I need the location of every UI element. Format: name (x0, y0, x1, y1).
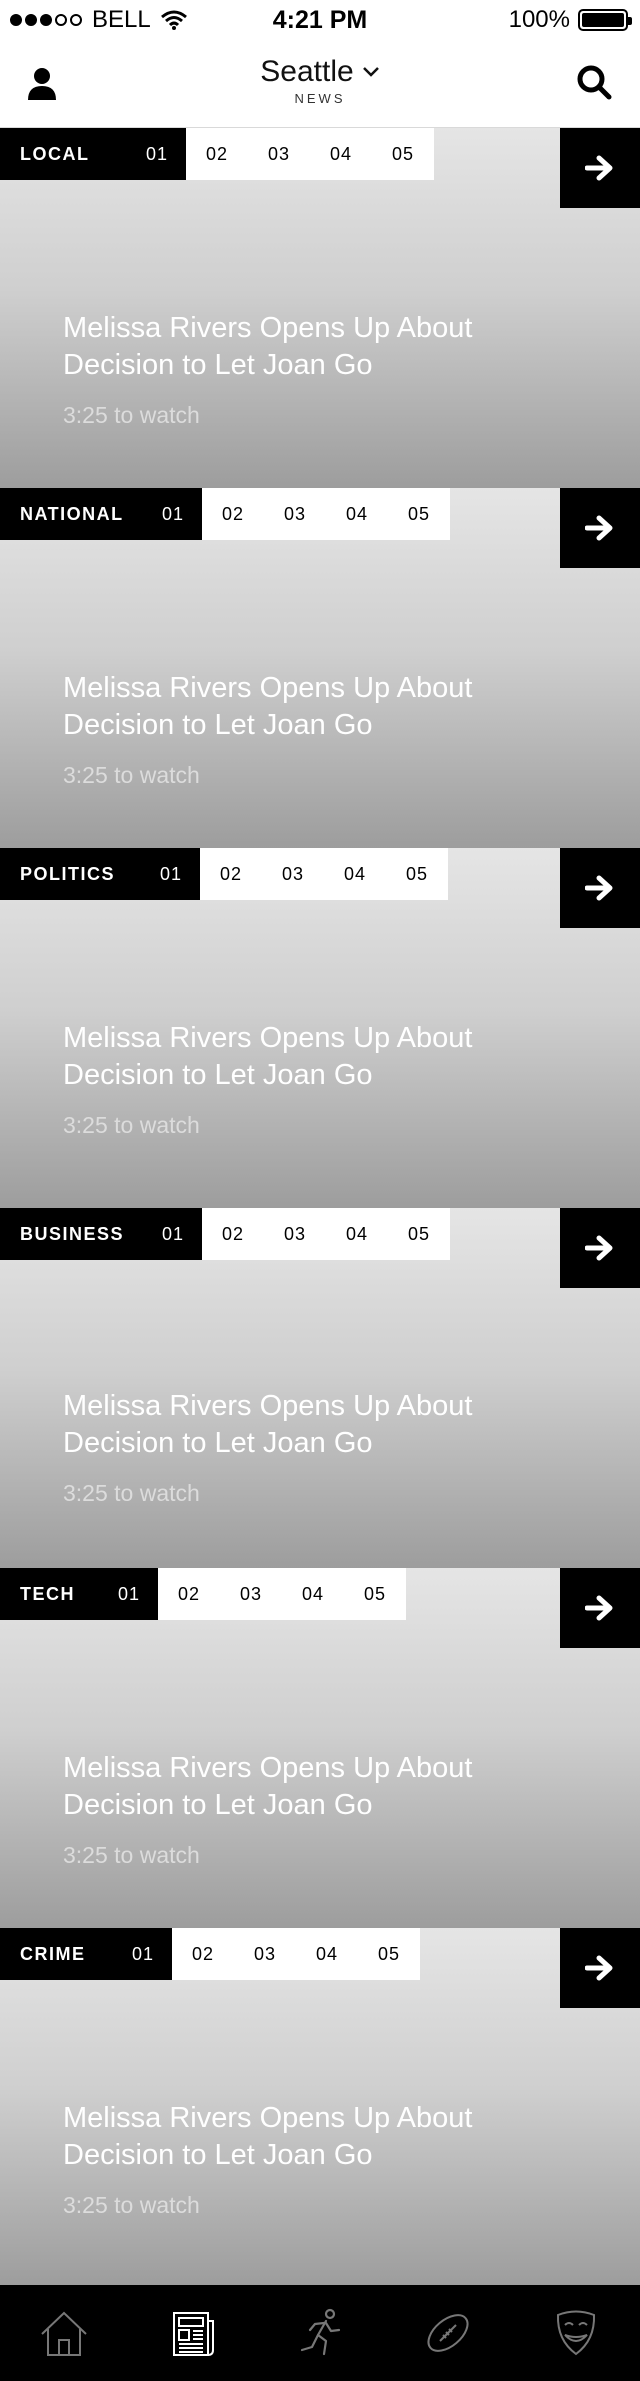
arrow-right-icon (585, 1955, 613, 1981)
page-tab-05[interactable]: 05 (388, 488, 450, 540)
page-tab-04[interactable]: 04 (326, 488, 388, 540)
watch-duration: 3:25 to watch (63, 1112, 200, 1138)
page-tab-04[interactable]: 04 (282, 1568, 344, 1620)
category-label[interactable]: CRIME (0, 1928, 114, 1980)
page-tabs: 01 02 03 04 05 (128, 128, 434, 180)
page-tab-03[interactable]: 03 (220, 1568, 282, 1620)
arrow-right-icon (585, 875, 613, 901)
page-tabs: 01 02 03 04 05 (100, 1568, 406, 1620)
bottom-tab-bar (0, 2285, 640, 2381)
watch-duration: 3:25 to watch (63, 402, 200, 428)
arrow-right-icon (585, 155, 613, 181)
section-tabs: POLITICS 01 02 03 04 05 (0, 848, 448, 900)
story-headline[interactable]: Melissa Rivers Opens Up About Decision t… (63, 310, 523, 384)
story-headline[interactable]: Melissa Rivers Opens Up About Decision t… (63, 2100, 523, 2174)
news-section-tech: TECH 01 02 03 04 05 Melissa Rivers Opens… (0, 1568, 640, 1928)
page-tab-03[interactable]: 03 (262, 848, 324, 900)
page-tab-01[interactable]: 01 (144, 1208, 202, 1260)
page-tab-01[interactable]: 01 (114, 1928, 172, 1980)
battery-icon (578, 9, 632, 31)
page-tab-05[interactable]: 05 (344, 1568, 406, 1620)
section-tabs: LOCAL 01 02 03 04 05 (0, 128, 434, 180)
story-headline[interactable]: Melissa Rivers Opens Up About Decision t… (63, 670, 523, 744)
arrow-right-icon (585, 515, 613, 541)
news-section-local: LOCAL 01 02 03 04 05 Melissa Rivers Open… (0, 128, 640, 488)
page-tabs: 01 02 03 04 05 (114, 1928, 420, 1980)
status-bar: BELL 4:21 PM 100% (0, 0, 640, 40)
page-tabs: 01 02 03 04 05 (144, 1208, 450, 1260)
status-right: 100% (508, 6, 632, 34)
nav-header: Seattle NEWS (0, 40, 640, 128)
battery-percent: 100% (508, 6, 570, 33)
tab-entertainment[interactable] (512, 2285, 640, 2381)
arrow-right-icon (585, 1235, 613, 1261)
news-section-national: NATIONAL 01 02 03 04 05 Melissa Rivers O… (0, 488, 640, 848)
section-tabs: BUSINESS 01 02 03 04 05 (0, 1208, 450, 1260)
next-arrow-button[interactable] (560, 848, 640, 928)
page-tab-01[interactable]: 01 (144, 488, 202, 540)
tab-news[interactable] (128, 2285, 256, 2381)
page-tab-05[interactable]: 05 (372, 128, 434, 180)
page-tab-02[interactable]: 02 (200, 848, 262, 900)
page-tab-02[interactable]: 02 (202, 488, 264, 540)
next-arrow-button[interactable] (560, 1928, 640, 2008)
page-tab-04[interactable]: 04 (296, 1928, 358, 1980)
page-tabs: 01 02 03 04 05 (142, 848, 448, 900)
runner-icon (300, 2308, 341, 2356)
next-arrow-button[interactable] (560, 128, 640, 208)
page-tab-02[interactable]: 02 (158, 1568, 220, 1620)
page-tab-01[interactable]: 01 (142, 848, 200, 900)
chevron-down-icon (362, 67, 379, 77)
tab-football[interactable] (384, 2285, 512, 2381)
page-tab-03[interactable]: 03 (264, 488, 326, 540)
news-section-crime: CRIME 01 02 03 04 05 Melissa Rivers Open… (0, 1928, 640, 2285)
section-tabs: CRIME 01 02 03 04 05 (0, 1928, 420, 1980)
city-name: Seattle (260, 55, 354, 88)
category-label[interactable]: LOCAL (0, 128, 128, 180)
page-tab-01[interactable]: 01 (100, 1568, 158, 1620)
page-tab-03[interactable]: 03 (264, 1208, 326, 1260)
next-arrow-button[interactable] (560, 1208, 640, 1288)
watch-duration: 3:25 to watch (63, 2192, 200, 2218)
search-icon[interactable] (576, 64, 612, 100)
newspaper-icon (173, 2312, 214, 2356)
football-icon (427, 2314, 469, 2352)
watch-duration: 3:25 to watch (63, 1480, 200, 1506)
page-tab-04[interactable]: 04 (324, 848, 386, 900)
page-tab-02[interactable]: 02 (172, 1928, 234, 1980)
story-headline[interactable]: Melissa Rivers Opens Up About Decision t… (63, 1750, 523, 1824)
page-tab-05[interactable]: 05 (358, 1928, 420, 1980)
tab-home[interactable] (0, 2285, 128, 2381)
page-tab-04[interactable]: 04 (310, 128, 372, 180)
watch-duration: 3:25 to watch (63, 1842, 200, 1868)
category-label[interactable]: BUSINESS (0, 1208, 144, 1260)
page-tab-04[interactable]: 04 (326, 1208, 388, 1260)
section-tabs: NATIONAL 01 02 03 04 05 (0, 488, 450, 540)
page-tabs: 01 02 03 04 05 (144, 488, 450, 540)
section-tabs: TECH 01 02 03 04 05 (0, 1568, 406, 1620)
story-headline[interactable]: Melissa Rivers Opens Up About Decision t… (63, 1020, 523, 1094)
section-label: NEWS (294, 91, 346, 106)
watch-duration: 3:25 to watch (63, 762, 200, 788)
category-label[interactable]: TECH (0, 1568, 100, 1620)
page-tab-02[interactable]: 02 (202, 1208, 264, 1260)
page-tab-05[interactable]: 05 (388, 1208, 450, 1260)
news-section-business: BUSINESS 01 02 03 04 05 Melissa Rivers O… (0, 1208, 640, 1568)
category-label[interactable]: NATIONAL (0, 488, 144, 540)
tab-sports[interactable] (256, 2285, 384, 2381)
news-section-politics: POLITICS 01 02 03 04 05 Melissa Rivers O… (0, 848, 640, 1208)
city-selector[interactable]: Seattle NEWS (0, 55, 640, 106)
next-arrow-button[interactable] (560, 1568, 640, 1648)
theater-mask-icon (556, 2310, 596, 2356)
page-tab-03[interactable]: 03 (248, 128, 310, 180)
page-tab-03[interactable]: 03 (234, 1928, 296, 1980)
page-tab-01[interactable]: 01 (128, 128, 186, 180)
page-tab-02[interactable]: 02 (186, 128, 248, 180)
next-arrow-button[interactable] (560, 488, 640, 568)
page-tab-05[interactable]: 05 (386, 848, 448, 900)
category-label[interactable]: POLITICS (0, 848, 142, 900)
story-headline[interactable]: Melissa Rivers Opens Up About Decision t… (63, 1388, 523, 1462)
arrow-right-icon (585, 1595, 613, 1621)
home-icon (41, 2311, 87, 2356)
